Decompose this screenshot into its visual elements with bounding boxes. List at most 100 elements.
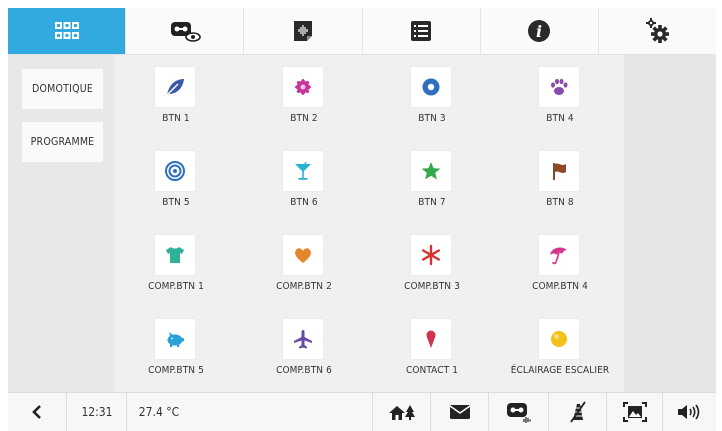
button-label: BTN 3 <box>418 113 446 124</box>
tshirt-icon <box>166 247 184 263</box>
grid-button[interactable]: CONTACT 1 <box>370 307 494 387</box>
grid-button[interactable]: COMP.BTN 3 <box>370 223 494 303</box>
home-trees-icon <box>389 405 415 420</box>
ice-cream-icon <box>426 330 436 348</box>
sidebar-item-domotique[interactable]: DOMOTIQUE <box>22 69 103 109</box>
button-tile[interactable] <box>539 151 579 191</box>
button-label: BTN 2 <box>290 113 318 124</box>
heart-icon <box>295 248 311 263</box>
grid-button[interactable]: COMP.BTN 2 <box>242 223 366 303</box>
button-label: ÉCLAIRAGE ESCALIER <box>510 365 610 376</box>
tab-info[interactable]: i <box>480 8 599 54</box>
flag-icon <box>553 163 566 180</box>
donut-icon <box>422 78 440 96</box>
button-label: COMP.BTN 3 <box>404 281 460 292</box>
tab-messages[interactable] <box>126 8 245 54</box>
voicemail-button[interactable] <box>488 393 549 431</box>
mail-icon <box>449 405 471 419</box>
grid-button[interactable]: COMP.BTN 6 <box>242 307 366 387</box>
button-label: BTN 1 <box>162 113 190 124</box>
screen: i DOMOTIQUE PROGRAMME BTN 1 BTN 2 BTN 3 … <box>0 0 722 431</box>
cocktail-icon <box>295 161 311 180</box>
button-tile[interactable] <box>539 319 579 359</box>
picture-button[interactable] <box>606 393 663 431</box>
clock-display: 12:31 <box>66 393 127 431</box>
button-tile[interactable] <box>411 319 451 359</box>
volume-button[interactable] <box>662 393 717 431</box>
flower-icon <box>295 79 311 95</box>
grid-button[interactable]: BTN 2 <box>242 55 366 135</box>
sidebar: DOMOTIQUE PROGRAMME <box>8 55 114 392</box>
grid-button[interactable]: COMP.BTN 4 <box>498 223 622 303</box>
grid-button[interactable]: COMP.BTN 1 <box>114 223 238 303</box>
audio-file-icon <box>293 21 312 41</box>
piggy-bank-icon <box>167 332 184 347</box>
button-tile[interactable] <box>155 151 195 191</box>
button-label: COMP.BTN 2 <box>276 281 332 292</box>
voicemail-eye-icon <box>170 22 201 42</box>
settings-gears-icon <box>646 18 670 43</box>
button-tile[interactable] <box>539 235 579 275</box>
picture-frame-icon <box>623 402 647 422</box>
airplane-icon <box>294 330 312 349</box>
button-label: BTN 5 <box>162 197 190 208</box>
grid-icon <box>54 22 79 39</box>
button-tile[interactable] <box>283 235 323 275</box>
tab-list[interactable] <box>362 8 481 54</box>
button-tile[interactable] <box>411 235 451 275</box>
button-tile[interactable] <box>411 151 451 191</box>
bottom-bar: 12:31 27.4 °C <box>8 392 716 431</box>
sidebar-item-programme[interactable]: PROGRAMME <box>22 122 103 162</box>
leaf-icon <box>166 79 184 96</box>
button-grid: BTN 1 BTN 2 BTN 3 BTN 4 BTN 5 BTN 6 BTN … <box>114 55 624 392</box>
right-panel <box>624 55 716 392</box>
button-label: COMP.BTN 6 <box>276 365 332 376</box>
svg-text:i: i <box>536 22 542 41</box>
grid-button[interactable]: ÉCLAIRAGE ESCALIER <box>498 307 622 387</box>
ball-icon <box>551 331 567 347</box>
tab-home-grid[interactable] <box>8 8 127 54</box>
mail-button[interactable] <box>430 393 489 431</box>
button-label: COMP.BTN 5 <box>148 365 204 376</box>
grid-button[interactable]: BTN 8 <box>498 139 622 219</box>
mute-mic-icon <box>570 401 586 423</box>
button-label: BTN 4 <box>546 113 574 124</box>
umbrella-icon <box>550 247 567 265</box>
grid-button[interactable]: BTN 3 <box>370 55 494 135</box>
tab-audio[interactable] <box>244 8 363 54</box>
volume-icon <box>678 404 700 420</box>
grid-button[interactable]: BTN 6 <box>242 139 366 219</box>
grid-button[interactable]: COMP.BTN 5 <box>114 307 238 387</box>
button-tile[interactable] <box>155 235 195 275</box>
temperature-display: 27.4 °C <box>126 393 191 431</box>
button-label: COMP.BTN 4 <box>532 281 588 292</box>
voicemail-icon <box>507 403 531 423</box>
button-label: COMP.BTN 1 <box>148 281 204 292</box>
target-icon <box>165 161 185 181</box>
home-button[interactable] <box>372 393 431 431</box>
button-tile[interactable] <box>283 151 323 191</box>
button-tile[interactable] <box>283 319 323 359</box>
back-chevron-icon <box>32 405 41 419</box>
grid-button[interactable]: BTN 4 <box>498 55 622 135</box>
top-nav: i <box>8 8 717 55</box>
button-tile[interactable] <box>155 67 195 107</box>
button-tile[interactable] <box>411 67 451 107</box>
asterisk-icon <box>422 244 440 266</box>
button-tile[interactable] <box>155 319 195 359</box>
list-icon <box>411 21 432 41</box>
button-label: BTN 7 <box>418 197 446 208</box>
star-icon <box>421 162 441 180</box>
button-tile[interactable] <box>539 67 579 107</box>
mute-button[interactable] <box>548 393 607 431</box>
info-icon: i <box>528 20 551 42</box>
tab-settings[interactable] <box>598 8 717 54</box>
grid-button[interactable]: BTN 7 <box>370 139 494 219</box>
paw-icon <box>551 78 568 95</box>
grid-button[interactable]: BTN 1 <box>114 55 238 135</box>
grid-button[interactable]: BTN 5 <box>114 139 238 219</box>
back-button[interactable] <box>8 393 66 431</box>
button-label: CONTACT 1 <box>405 365 459 376</box>
button-label: BTN 6 <box>290 197 318 208</box>
button-tile[interactable] <box>283 67 323 107</box>
